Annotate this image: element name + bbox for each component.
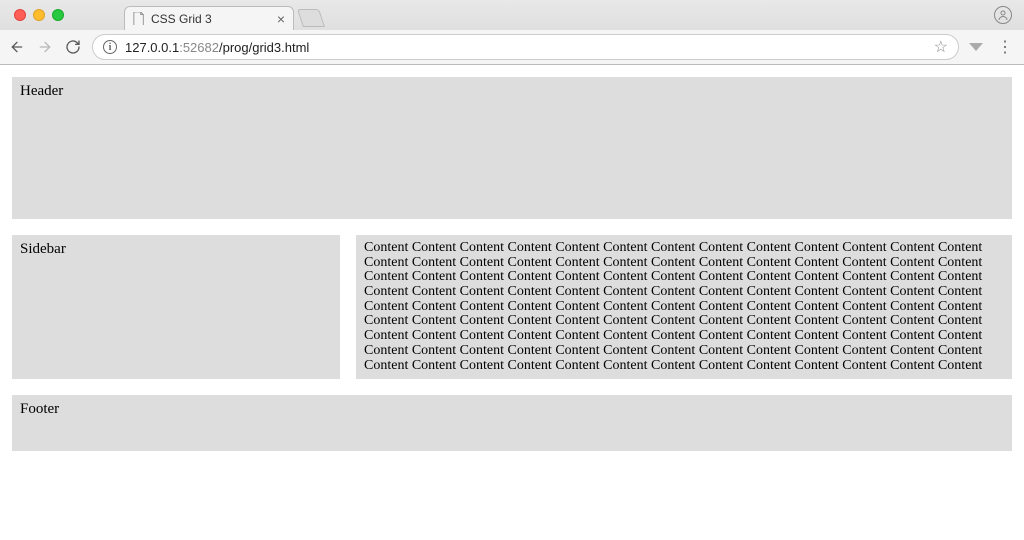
- content-text: Content Content Content Content Content …: [364, 240, 982, 373]
- grid-sidebar: Sidebar: [12, 235, 340, 379]
- grid-footer: Footer: [12, 395, 1012, 451]
- browser-toolbar: i 127.0.0.1:52682/prog/grid3.html ☆ ⋮: [0, 30, 1024, 64]
- chevron-down-icon[interactable]: [969, 43, 983, 51]
- url-port: :52682: [179, 40, 219, 55]
- traffic-lights: [14, 9, 64, 21]
- page-viewport: Header Sidebar Content Content Content C…: [0, 65, 1024, 451]
- reload-button[interactable]: [64, 38, 82, 56]
- file-icon: [133, 12, 145, 26]
- window-close-button[interactable]: [14, 9, 26, 21]
- new-tab-button[interactable]: [297, 9, 325, 27]
- css-grid-container: Header Sidebar Content Content Content C…: [12, 77, 1012, 451]
- address-bar[interactable]: i 127.0.0.1:52682/prog/grid3.html ☆: [92, 34, 959, 60]
- url-path: /prog/grid3.html: [219, 40, 309, 55]
- browser-tab[interactable]: CSS Grid 3 ×: [124, 6, 294, 30]
- sidebar-text: Sidebar: [20, 241, 66, 257]
- window-maximize-button[interactable]: [52, 9, 64, 21]
- site-info-icon[interactable]: i: [103, 40, 117, 54]
- tab-bar: CSS Grid 3 ×: [0, 0, 1024, 30]
- back-button[interactable]: [8, 38, 26, 56]
- header-text: Header: [20, 83, 63, 99]
- profile-icon[interactable]: [994, 6, 1012, 24]
- menu-button[interactable]: ⋮: [997, 37, 1012, 57]
- toolbar-right: ⋮: [969, 37, 1016, 57]
- forward-button[interactable]: [36, 38, 54, 56]
- window-minimize-button[interactable]: [33, 9, 45, 21]
- grid-header: Header: [12, 77, 1012, 219]
- bookmark-star-icon[interactable]: ☆: [934, 37, 948, 57]
- footer-text: Footer: [20, 401, 59, 417]
- tab-title: CSS Grid 3: [151, 12, 271, 26]
- browser-chrome: CSS Grid 3 × i 127.0.0.1:52682/prog/grid…: [0, 0, 1024, 65]
- grid-content: Content Content Content Content Content …: [356, 235, 1012, 379]
- url-host: 127.0.0.1: [125, 40, 179, 55]
- url-text: 127.0.0.1:52682/prog/grid3.html: [125, 40, 309, 55]
- tab-close-icon[interactable]: ×: [277, 12, 285, 26]
